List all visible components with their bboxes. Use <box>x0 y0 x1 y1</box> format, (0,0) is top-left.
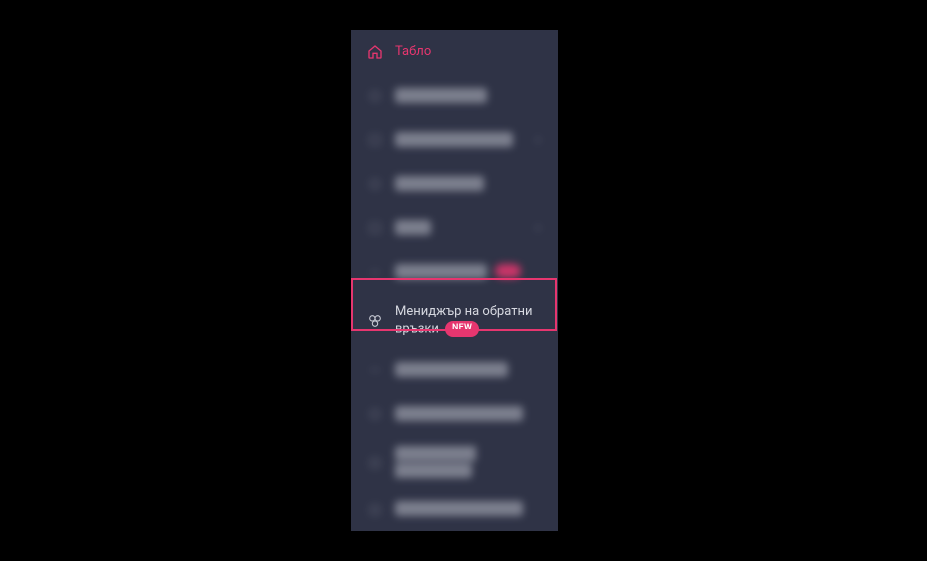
home-icon <box>365 42 385 62</box>
sidebar-item-label: Обяснете за марката <box>395 501 544 518</box>
sidebar-item-blurred-8[interactable]: Тестови задължения <box>351 392 558 436</box>
new-badge <box>495 264 521 278</box>
sidebar-item-blurred-10[interactable]: Обяснете за марката <box>351 490 558 530</box>
generic-icon <box>365 218 385 238</box>
sidebar-item-label: Стоки <box>395 220 532 237</box>
sidebar-item-label: Услуги и подкрепа <box>395 362 544 379</box>
sidebar: Табло Моите проекти Моите задължения Паз… <box>351 30 558 531</box>
generic-icon <box>365 262 385 282</box>
sidebar-item-backlinks-manager[interactable]: Мениджър на обратни връзкиNEW <box>351 294 558 348</box>
generic-icon <box>365 360 385 380</box>
sidebar-item-label: Мениджър на обратни връзкиNEW <box>395 304 544 338</box>
sidebar-item-blurred-1[interactable]: Моите проекти <box>351 74 558 118</box>
chevron-right-icon <box>532 135 544 145</box>
sidebar-item-label: Табло <box>395 44 544 61</box>
sidebar-item-blurred-7[interactable]: Услуги и подкрепа <box>351 348 558 392</box>
sidebar-item-blurred-5[interactable]: Обратни линии <box>351 250 558 294</box>
new-badge: NEW <box>445 321 479 337</box>
generic-icon <box>365 453 385 473</box>
sidebar-item-dashboard[interactable]: Табло <box>351 30 558 74</box>
generic-icon <box>365 86 385 106</box>
sidebar-item-blurred-2[interactable]: Моите задължения <box>351 118 558 162</box>
generic-icon <box>365 174 385 194</box>
generic-icon <box>365 500 385 520</box>
sidebar-item-label: Пазарна стока <box>395 176 544 193</box>
generic-icon <box>365 404 385 424</box>
sidebar-item-label: Моите задължения <box>395 132 532 149</box>
link-icon <box>365 311 385 331</box>
generic-icon <box>365 130 385 150</box>
sidebar-item-blurred-9[interactable]: Тестиране на съдържание <box>351 436 558 490</box>
sidebar-item-label: Моите проекти <box>395 88 544 105</box>
sidebar-item-blurred-3[interactable]: Пазарна стока <box>351 162 558 206</box>
sidebar-item-label: Тестови задължения <box>395 406 544 423</box>
sidebar-item-label: Тестиране на съдържание <box>395 446 544 480</box>
sidebar-item-blurred-4[interactable]: Стоки <box>351 206 558 250</box>
chevron-right-icon <box>532 223 544 233</box>
sidebar-item-label: Обратни линии <box>395 264 544 281</box>
